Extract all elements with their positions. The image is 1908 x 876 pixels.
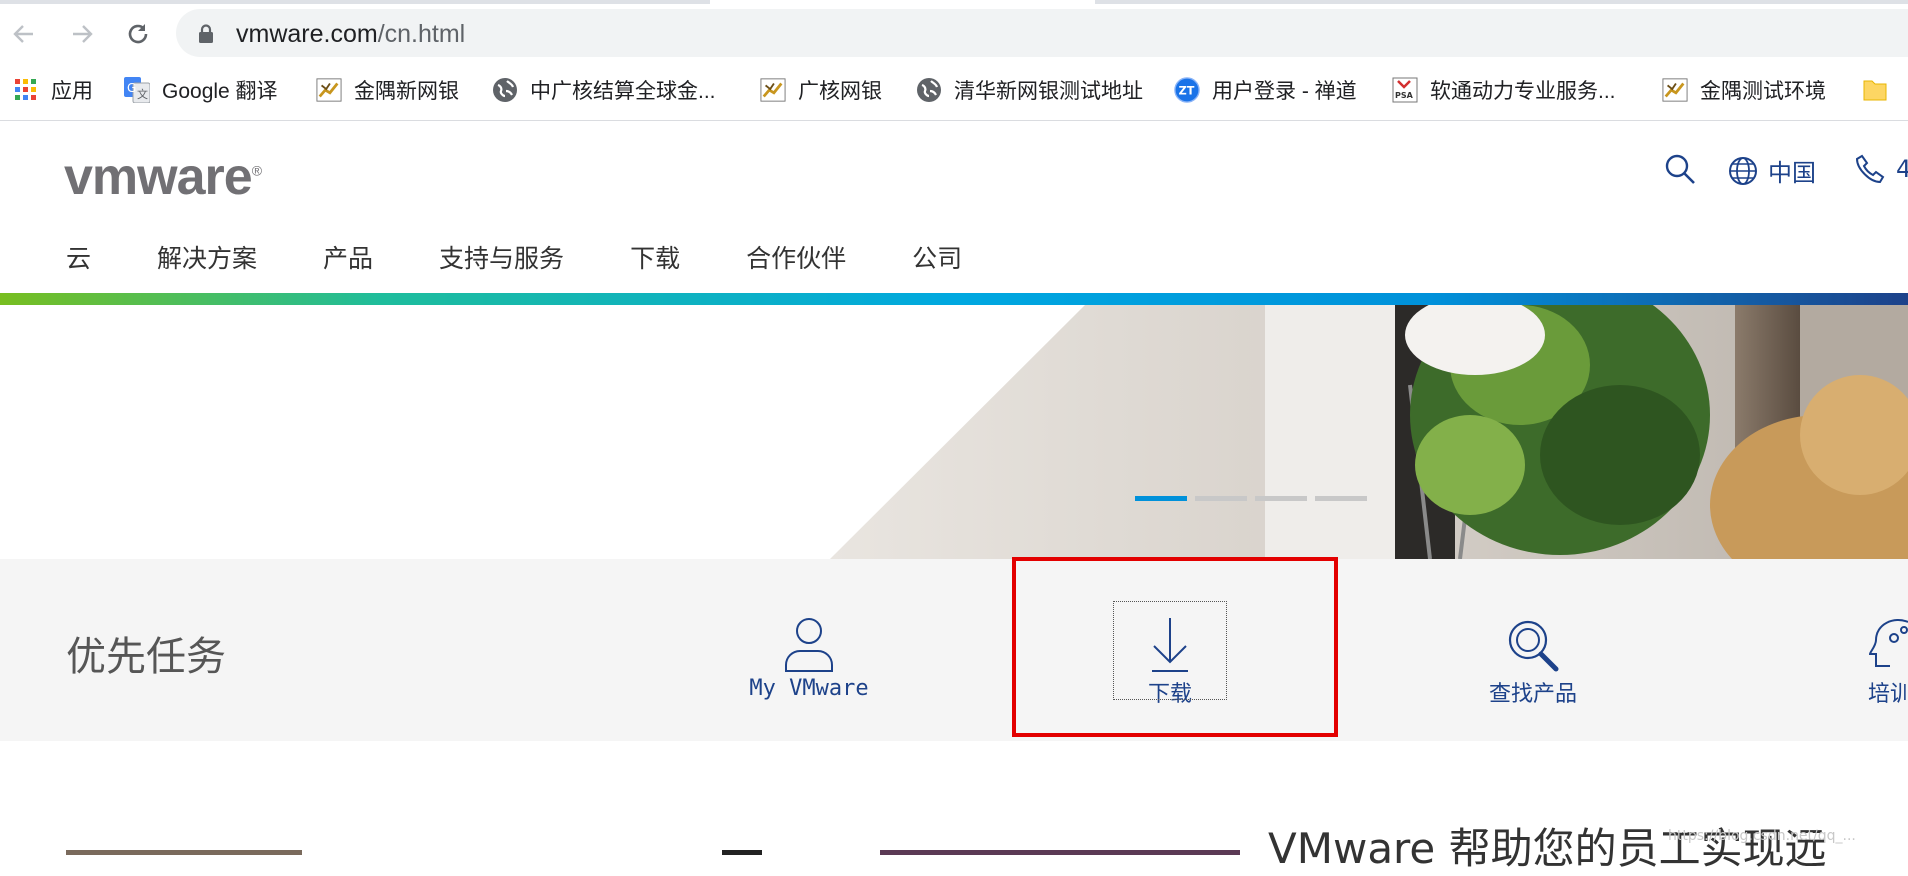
task-find-products[interactable]: 查找产品 — [1463, 604, 1603, 708]
bookmark-tsinghua-test[interactable]: 清华新网银测试地址 — [916, 75, 1143, 105]
lock-icon — [199, 24, 213, 43]
bookmark-label: 中广核结算全球金... — [530, 80, 716, 103]
priority-tasks: 优先任务 My VMware 下载 查找产品 培训 — [0, 559, 1908, 741]
bookmark-label: 用户登录 - 禅道 — [1212, 80, 1357, 103]
apps-grid-icon — [13, 77, 39, 103]
search-button[interactable] — [1664, 153, 1696, 185]
forward-button[interactable] — [64, 16, 100, 52]
training-icon — [1868, 619, 1908, 667]
thumbnail-1[interactable] — [66, 850, 302, 855]
task-training[interactable]: 培训 — [1842, 604, 1908, 708]
svg-text:文: 文 — [137, 87, 148, 101]
carousel-dot-4[interactable] — [1315, 496, 1367, 501]
arrow-right-icon — [73, 25, 93, 43]
user-icon — [785, 618, 833, 672]
thumbnail-3[interactable] — [880, 850, 1240, 855]
task-my-vmware[interactable]: My VMware — [739, 604, 879, 701]
url-text: vmware.com/cn.html — [236, 20, 465, 49]
logo-text: vmware — [64, 148, 253, 206]
url-host: vmware.com — [236, 20, 378, 48]
tiger-icon — [1662, 77, 1688, 103]
search-product-icon — [1508, 620, 1559, 672]
phone-icon — [1855, 154, 1885, 184]
bookmark-google-translate[interactable]: G文 Google 翻译 — [124, 75, 278, 105]
globe-icon — [916, 77, 942, 103]
region-label: 中国 — [1768, 159, 1816, 187]
section-heading: VMware 帮助您的员工实现远 — [1268, 824, 1827, 873]
thumbnail-2[interactable] — [722, 850, 762, 855]
bookmark-folder[interactable] — [1862, 75, 1900, 105]
hero-image — [830, 305, 1908, 559]
reload-button[interactable] — [120, 16, 156, 52]
task-label: 查找产品 — [1488, 682, 1577, 707]
phone-number-text: 4 — [1896, 155, 1908, 183]
bookmark-cgn-settlement[interactable]: 中广核结算全球金... — [492, 75, 716, 105]
bookmark-label: 金隅新网银 — [354, 80, 459, 103]
bookmark-label: Google 翻译 — [162, 80, 278, 103]
red-annotation-box — [1012, 557, 1338, 737]
nav-solutions[interactable]: 解决方案 — [157, 239, 257, 275]
tiger-icon — [316, 77, 342, 103]
bookmark-isoftstone-psa[interactable]: PSA 软通动力专业服务... — [1392, 75, 1616, 105]
nav-partners[interactable]: 合作伙伴 — [746, 239, 846, 275]
folder-icon — [1862, 77, 1888, 103]
bookmark-jinyu-bank[interactable]: 金隅新网银 — [316, 75, 459, 105]
google-translate-icon: G文 — [124, 77, 150, 103]
bookmark-label: 金隅测试环境 — [1700, 80, 1826, 103]
globe-icon — [1729, 156, 1757, 185]
bookmark-label: 清华新网银测试地址 — [954, 80, 1143, 103]
bookmark-jinyu-test-env[interactable]: 金隅测试环境 — [1662, 75, 1826, 105]
zentao-icon: ZT — [1174, 77, 1200, 103]
main-navigation: 云 解决方案 产品 支持与服务 下载 合作伙伴 公司 — [66, 239, 1028, 275]
nav-cloud[interactable]: 云 — [66, 239, 91, 275]
bookmark-cgn-bank[interactable]: 广核网银 — [760, 75, 882, 105]
tiger-icon — [760, 77, 786, 103]
task-label: My VMware — [749, 676, 869, 701]
priority-tasks-title: 优先任务 — [66, 634, 226, 680]
phone-contact[interactable]: 4 — [1854, 153, 1908, 185]
bookmark-label: 软通动力专业服务... — [1430, 80, 1616, 103]
reload-icon — [128, 24, 148, 44]
search-icon — [1665, 154, 1695, 184]
registered-mark: ® — [251, 162, 262, 179]
bookmark-zentao-login[interactable]: ZT 用户登录 - 禅道 — [1174, 75, 1357, 105]
nav-company[interactable]: 公司 — [912, 239, 962, 275]
nav-support-services[interactable]: 支持与服务 — [439, 239, 564, 275]
svg-text:G: G — [127, 81, 136, 95]
region-selector[interactable]: 中国 — [1728, 153, 1816, 188]
psa-icon: PSA — [1392, 77, 1418, 103]
brand-gradient-bar — [0, 293, 1908, 305]
task-label: 培训 — [1868, 682, 1908, 707]
nav-downloads[interactable]: 下载 — [630, 239, 680, 275]
site-header: vmware® 中国 4 云 解决方案 产品 支持与服务 下载 合作伙伴 公司 — [0, 121, 1908, 291]
bookmark-label: 广核网银 — [798, 80, 882, 103]
bookmarks-bar: 应用 G文 Google 翻译 金隅新网银 中广核结算全球金... 广核网银 清… — [0, 62, 1908, 121]
hero-carousel — [0, 305, 1908, 559]
bookmark-label: 应用 — [51, 80, 93, 103]
carousel-dot-2[interactable] — [1195, 496, 1247, 501]
csdn-watermark: https://blog.csdn.net/qq_... — [1668, 828, 1856, 844]
svg-text:ZT: ZT — [1179, 85, 1195, 98]
back-button[interactable] — [6, 16, 42, 52]
globe-icon — [492, 77, 518, 103]
carousel-indicators — [1135, 496, 1375, 501]
url-path: /cn.html — [377, 20, 466, 48]
vmware-logo[interactable]: vmware® — [64, 147, 262, 207]
carousel-dot-3[interactable] — [1255, 496, 1307, 501]
browser-toolbar: vmware.com/cn.html — [0, 4, 1908, 62]
arrow-left-icon — [13, 25, 33, 43]
svg-text:PSA: PSA — [1395, 91, 1414, 100]
carousel-dot-1[interactable] — [1135, 496, 1187, 501]
bookmark-apps[interactable]: 应用 — [13, 75, 93, 105]
nav-products[interactable]: 产品 — [323, 239, 373, 275]
address-bar[interactable]: vmware.com/cn.html — [176, 9, 1908, 57]
